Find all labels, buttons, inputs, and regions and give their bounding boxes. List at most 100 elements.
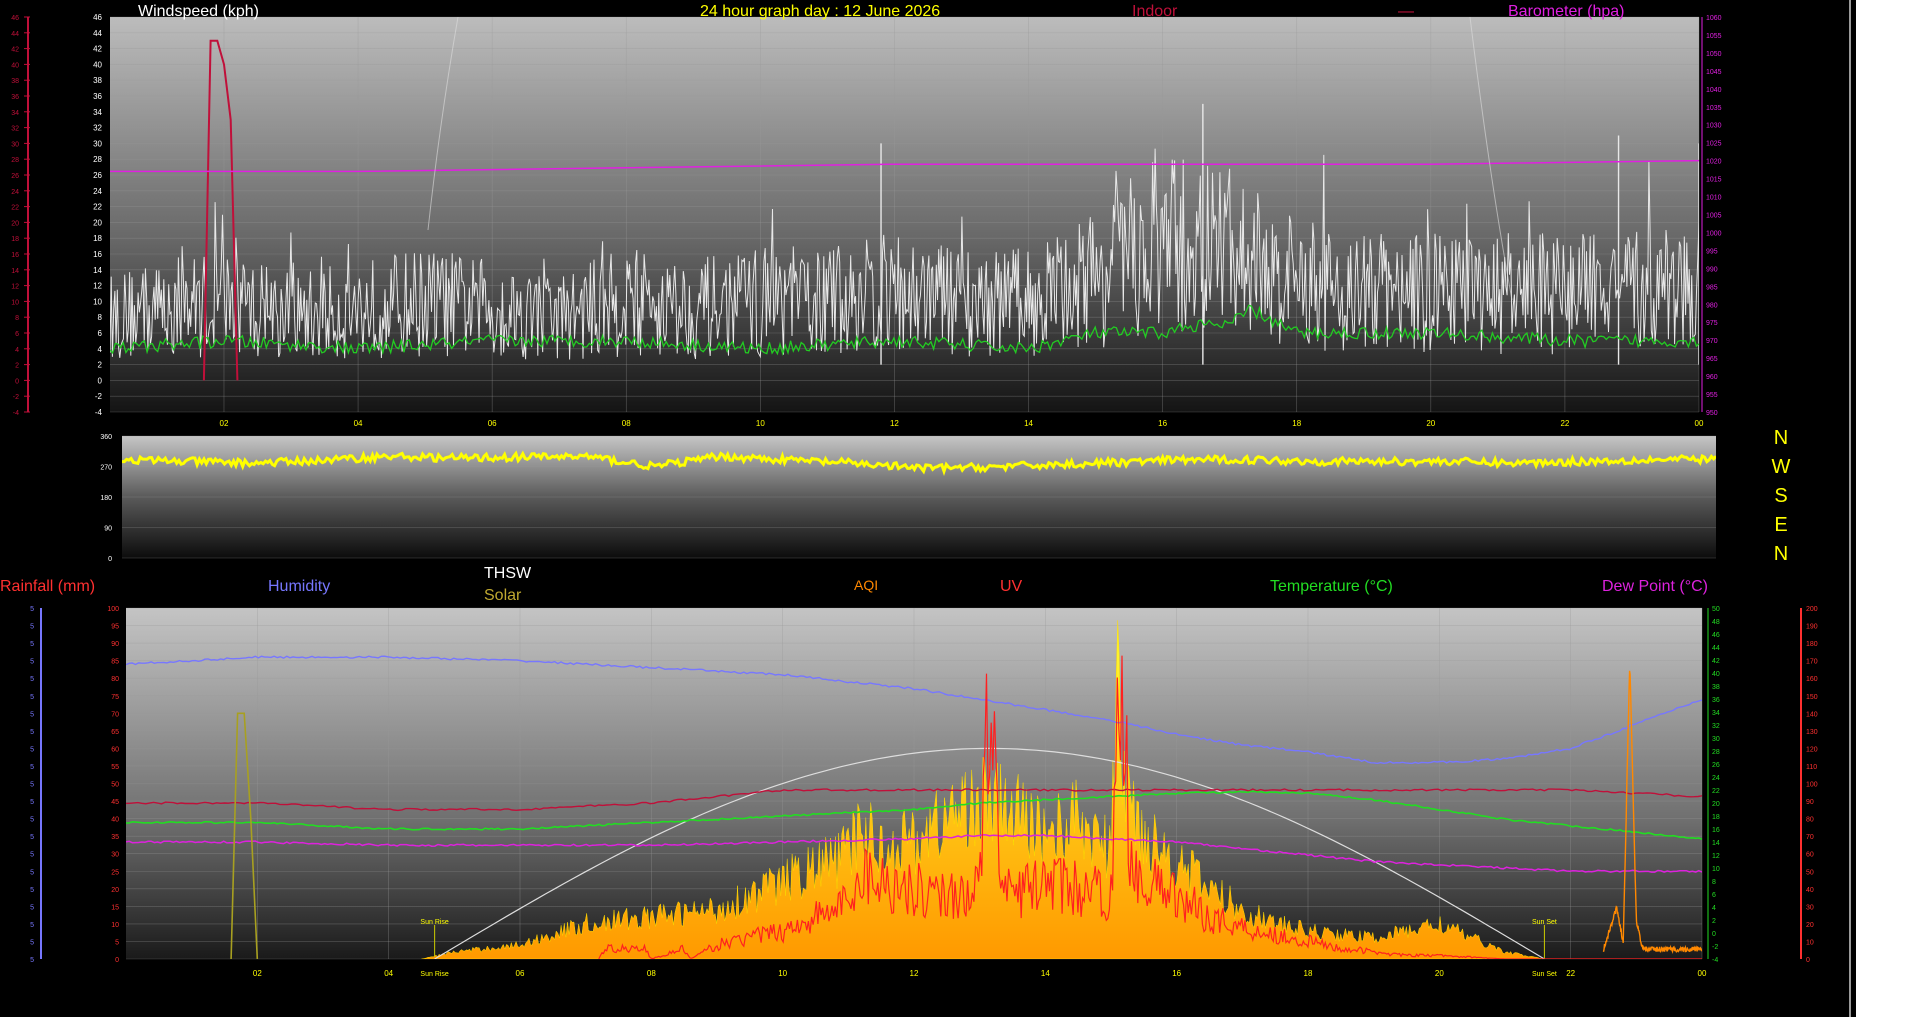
percent-axis-tick-label: 10 xyxy=(111,922,119,929)
temperature-axis-tick-label: 10 xyxy=(1712,866,1720,873)
rainfall-axis-tick-label: 5 xyxy=(30,729,34,736)
temperature-axis-tick-label: 4 xyxy=(1712,905,1716,912)
indoor-axis-tick-label: 6 xyxy=(15,331,19,338)
wind-axis-tick-label: 10 xyxy=(93,297,102,306)
wind-axis-tick-label: 0 xyxy=(98,376,103,385)
temperature-axis-tick-label: 20 xyxy=(1712,801,1720,808)
rainfall-axis-tick-label: 5 xyxy=(30,711,34,718)
temperature-axis-tick-label: 44 xyxy=(1712,645,1720,652)
percent-axis-tick-label: 80 xyxy=(111,676,119,683)
indoor-axis-tick-label: 26 xyxy=(11,173,19,180)
solar-x-tick-label: 18 xyxy=(1304,969,1313,978)
indoor-axis-tick-label: 16 xyxy=(11,252,19,259)
percent-axis-tick-label: 5 xyxy=(115,939,119,946)
solar-x-tick-label: 22 xyxy=(1566,969,1575,978)
wind-axis-tick-label: 22 xyxy=(93,203,102,212)
rainfall-legend: Rainfall (mm) xyxy=(0,578,95,595)
solar-axis-tick-label: 200 xyxy=(1806,606,1818,613)
solar-x-tick-label: 14 xyxy=(1041,969,1050,978)
wind-x-tick-label: 16 xyxy=(1158,419,1167,428)
solar-axis-tick-label: 80 xyxy=(1806,817,1814,824)
weather-24h-graph: 4646444442424040383836363434323230302828… xyxy=(0,3,1818,978)
temperature-axis-tick-label: 8 xyxy=(1712,879,1716,886)
rainfall-axis-tick-label: 5 xyxy=(30,922,34,929)
temperature-axis-tick-label: 38 xyxy=(1712,684,1720,691)
temperature-legend: Temperature (°C) xyxy=(1270,578,1393,595)
sunrise-marker-label: Sun Rise xyxy=(420,919,449,926)
wind-axis-tick-label: -4 xyxy=(95,408,103,417)
rainfall-axis-tick-label: 5 xyxy=(30,624,34,631)
indoor-axis-tick-label: 10 xyxy=(11,299,19,306)
rainfall-axis-tick-label: 5 xyxy=(30,764,34,771)
wind-axis-tick-label: 12 xyxy=(93,282,102,291)
solar-axis-tick-label: 110 xyxy=(1806,764,1817,771)
barometer-axis-tick-label: 955 xyxy=(1706,392,1718,399)
solar-axis-tick-label: 60 xyxy=(1806,852,1814,859)
temperature-axis-tick-label: 28 xyxy=(1712,749,1720,756)
wind-x-tick-label: 10 xyxy=(756,419,765,428)
wind-axis-tick-label: 44 xyxy=(93,29,102,38)
right-white-margin xyxy=(1856,0,1920,1017)
solar-x-tick-label: 12 xyxy=(910,969,919,978)
solar-x-tick-label: 16 xyxy=(1172,969,1181,978)
wind-x-tick-label: 08 xyxy=(622,419,631,428)
indoor-axis-tick-label: 20 xyxy=(11,220,19,227)
solar-x-tick-label: Sun Set xyxy=(1532,971,1557,978)
temperature-axis-tick-label: 12 xyxy=(1712,853,1720,860)
indoor-axis-tick-label: 44 xyxy=(11,31,19,38)
thsw-legend: THSW xyxy=(484,565,532,582)
indoor-axis-tick-label: 34 xyxy=(11,110,19,117)
percent-axis-tick-label: 90 xyxy=(111,641,119,648)
temperature-axis-tick-label: 24 xyxy=(1712,775,1720,782)
solar-axis-tick-label: 190 xyxy=(1806,624,1818,631)
wind-x-tick-label: 00 xyxy=(1695,419,1704,428)
solar-x-tick-label: 02 xyxy=(253,969,262,978)
rain-left-axis-bar xyxy=(40,608,42,959)
barometer-axis-tick-label: 1015 xyxy=(1706,177,1722,184)
wind-axis-tick-label: 32 xyxy=(93,124,102,133)
temperature-axis-tick-label: -4 xyxy=(1712,957,1718,964)
wind-axis-tick-label: 38 xyxy=(93,76,102,85)
wind-axis-tick-label: 16 xyxy=(93,250,102,259)
temperature-axis-tick-label: 32 xyxy=(1712,723,1720,730)
wind-axis-tick-label: 28 xyxy=(93,155,102,164)
barometer-axis-tick-label: 1030 xyxy=(1706,123,1722,130)
temperature-axis-tick-label: 48 xyxy=(1712,619,1720,626)
rainfall-axis-tick-label: 5 xyxy=(30,746,34,753)
solar-axis-tick-label: 160 xyxy=(1806,676,1818,683)
wind-axis-tick-label: 6 xyxy=(98,329,103,338)
temperature-axis-tick-label: 34 xyxy=(1712,710,1720,717)
percent-axis-tick-label: 20 xyxy=(111,887,119,894)
solar-axis-tick-label: 150 xyxy=(1806,694,1818,701)
solar-axis-tick-label: 10 xyxy=(1806,939,1814,946)
barometer-axis-tick-label: 1005 xyxy=(1706,213,1722,220)
solar-x-tick-label: 10 xyxy=(778,969,787,978)
wind-left-axis-bar xyxy=(27,17,29,412)
temperature-axis-tick-label: 0 xyxy=(1712,931,1716,938)
indoor-axis-tick-label: -4 xyxy=(13,410,19,417)
solar-axis-tick-label: 90 xyxy=(1806,799,1814,806)
indoor-axis-tick-label: 40 xyxy=(11,62,19,69)
indoor-axis-tick-label: 46 xyxy=(11,15,19,22)
solar-axis-tick-label: 70 xyxy=(1806,834,1814,841)
solar-x-tick-label: 04 xyxy=(384,969,393,978)
sunset-marker-label: Sun Set xyxy=(1532,919,1557,926)
wind-axis-tick-label: 36 xyxy=(93,92,102,101)
rainfall-axis-tick-label: 5 xyxy=(30,869,34,876)
indoor-axis-tick-label: 42 xyxy=(11,47,19,54)
uv-legend: UV xyxy=(1000,578,1023,595)
graph-title: 24 hour graph day : 12 June 2026 xyxy=(700,3,940,20)
percent-axis-tick-label: 15 xyxy=(111,904,119,911)
barometer-axis-tick-label: 980 xyxy=(1706,302,1718,309)
barometer-axis-tick-label: 975 xyxy=(1706,320,1718,327)
barometer-axis-tick-label: 1055 xyxy=(1706,33,1722,40)
aqi-legend: AQI xyxy=(854,577,878,593)
percent-axis-tick-label: 0 xyxy=(115,957,119,964)
percent-axis-tick-label: 65 xyxy=(111,729,119,736)
wind-axis-tick-label: 34 xyxy=(93,108,102,117)
percent-axis-tick-label: 85 xyxy=(111,659,119,666)
rainfall-axis-tick-label: 5 xyxy=(30,904,34,911)
temperature-axis-tick-label: 14 xyxy=(1712,840,1720,847)
humidity-legend: Humidity xyxy=(268,578,330,595)
wind-axis-tick-label: 2 xyxy=(98,361,103,370)
